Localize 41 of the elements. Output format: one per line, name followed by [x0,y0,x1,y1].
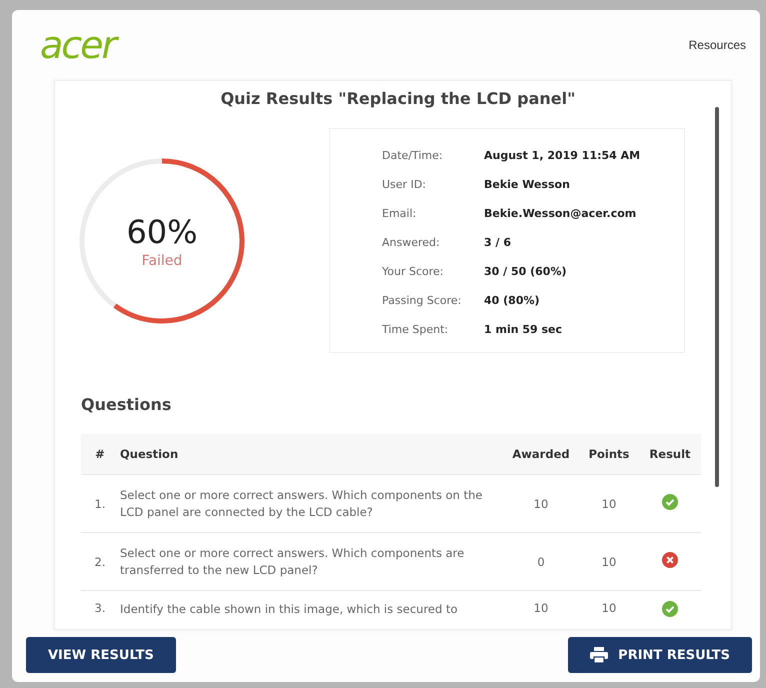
question-text: Identify the cable shown in this image, which is secured to [120,601,458,618]
column-header: Question [120,446,178,462]
column-header: Result [649,447,691,461]
question-text: Select one or more correct answers. Which components are transferred to the new LCD panel? [120,545,466,578]
column-header: Points [588,447,630,461]
detail-label: Your Score: [382,265,444,278]
question-number: 3. [94,601,106,615]
question-number: 2. [94,554,106,568]
print-results-button[interactable]: PRINT RESULTS [568,637,752,673]
column-header: Awarded [512,447,570,461]
question-text: Select one or more correct answers. Which components on the LCD panel are connected by the LCD cable? [120,487,483,520]
column-header: # [95,447,105,461]
acer-logo: acer [40,23,116,67]
total-points: 10 [602,496,616,510]
printer-icon [590,647,608,663]
awarded-points: 10 [534,496,548,510]
resources-link[interactable]: Resources [688,38,746,52]
detail-label: Date/Time: [382,149,444,162]
detail-value: 1 min 59 sec [484,323,562,336]
detail-label: Answered: [382,236,441,249]
scrollbar[interactable] [715,107,719,487]
questions-heading: Questions [81,395,172,414]
total-points: 10 [602,601,616,615]
detail-value: 3 / 6 [484,236,511,249]
question-number: 1. [94,496,106,510]
detail-value: 30 / 50 (60%) [484,265,567,278]
detail-label: User ID: [382,178,427,191]
total-points: 10 [602,554,616,568]
view-results-button[interactable]: VIEW RESULTS [26,637,176,673]
awarded-points: 10 [534,601,548,615]
detail-label: Passing Score: [382,294,462,307]
detail-label: Email: [382,207,418,220]
detail-value: 40 (80%) [484,294,540,307]
quiz-title: Quiz Results "Replacing the LCD panel" [220,89,576,108]
detail-value: Bekie Wesson [484,178,570,191]
detail-label: Time Spent: [382,323,450,336]
score-status: Failed [142,252,182,268]
score-percent: 60% [126,212,198,250]
detail-value: Bekie.Wesson@acer.com [484,207,636,220]
detail-value: August 1, 2019 11:54 AM [484,149,640,162]
awarded-points: 0 [537,554,545,568]
